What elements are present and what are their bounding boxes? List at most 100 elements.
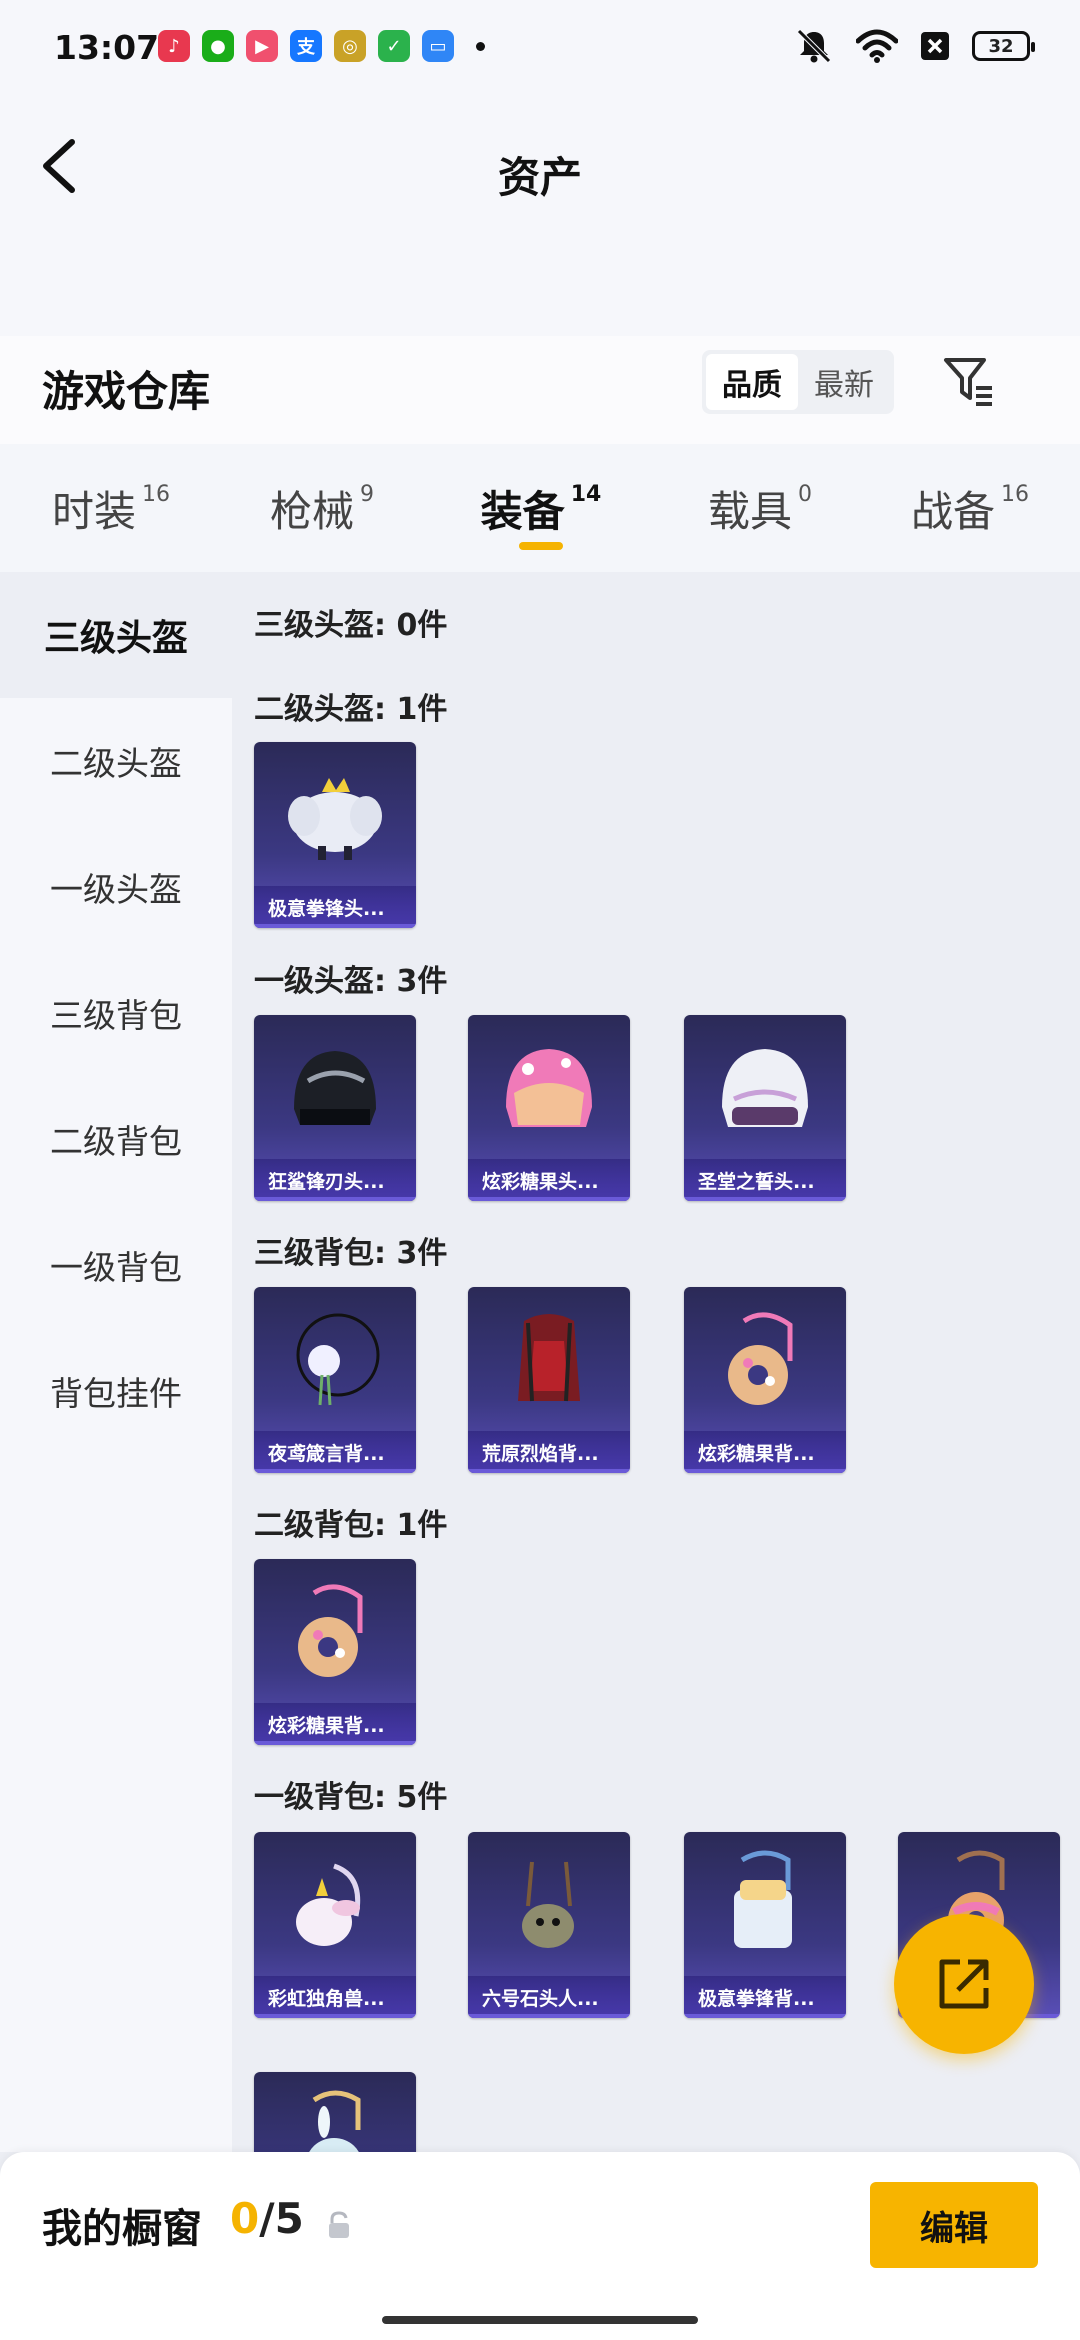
card-rarity-strip bbox=[254, 1197, 416, 1201]
showcase-count: 0/5 bbox=[230, 2194, 304, 2243]
pink-candy-helmet-icon bbox=[506, 1049, 592, 1127]
item-name: 炫彩糖果背... bbox=[684, 1431, 846, 1473]
card-rarity-strip bbox=[254, 924, 416, 928]
wasteland-flame-backpack-icon bbox=[518, 1314, 580, 1402]
item-name: 极意拳锋头... bbox=[254, 886, 416, 928]
share-button[interactable] bbox=[894, 1914, 1034, 2054]
edit-button[interactable]: 编辑 bbox=[870, 2182, 1038, 2268]
sort-newest-button[interactable]: 最新 bbox=[798, 354, 890, 410]
item-card[interactable]: 夜鸢箴言背... bbox=[254, 1287, 416, 1473]
item-card[interactable]: 狂鲨锋刃头... bbox=[254, 1015, 416, 1201]
sidebar-item-6[interactable]: 背包挂件 bbox=[0, 1328, 232, 1454]
mute-vibrate-icon bbox=[797, 29, 831, 63]
item-card[interactable]: 炫彩糖果背... bbox=[684, 1287, 846, 1473]
unicorn-backpack-icon bbox=[296, 1863, 361, 1946]
status-bar: 13:07 ♪ ● ▶ 支 ◎ ✓ ▭ 32 bbox=[0, 0, 1080, 96]
tab-4[interactable]: 战备 16 bbox=[860, 444, 1080, 572]
share-external-icon bbox=[939, 1959, 989, 2009]
item-card[interactable]: 六号石头人... bbox=[468, 1832, 630, 2018]
card-rarity-strip bbox=[468, 1197, 630, 1201]
video-app-icon: ▶ bbox=[246, 30, 278, 62]
tab-label: 装备 bbox=[480, 486, 565, 536]
tab-3[interactable]: 载具 0 bbox=[660, 444, 860, 572]
tab-count: 9 bbox=[360, 481, 374, 507]
sidebar-item-0[interactable]: 三级头盔 bbox=[0, 572, 232, 698]
subcategory-sidebar: 三级头盔 二级头盔 一级头盔 三级背包 二级背包 一级背包 背包挂件 bbox=[0, 572, 232, 2152]
sort-toggle: 品质 最新 bbox=[702, 350, 894, 414]
item-name: 彩虹独角兽... bbox=[254, 1976, 416, 2018]
item-card[interactable]: 炫彩糖果头... bbox=[468, 1015, 630, 1201]
item-name: 狂鲨锋刃头... bbox=[254, 1159, 416, 1201]
tab-count: 16 bbox=[142, 481, 170, 507]
filter-icon[interactable] bbox=[940, 352, 996, 408]
item-card[interactable] bbox=[254, 2072, 416, 2152]
section-title: 一级背包: 5件 bbox=[254, 1780, 448, 1815]
card-rarity-strip bbox=[468, 1469, 630, 1473]
tab-count: 0 bbox=[798, 481, 812, 507]
sidebar-item-1[interactable]: 二级头盔 bbox=[0, 698, 232, 824]
white-elephant-helmet-icon bbox=[288, 778, 382, 860]
card-rarity-strip bbox=[254, 1741, 416, 1745]
tab-2[interactable]: 装备 14 bbox=[422, 444, 660, 572]
alipay-icon: 支 bbox=[290, 30, 322, 62]
card-rarity-strip bbox=[684, 1197, 846, 1201]
category-tabs: 时装 16 枪械 9 装备 14 载具 0 战备 16 bbox=[0, 444, 1080, 572]
item-card[interactable]: 彩虹独角兽... bbox=[254, 1832, 416, 2018]
item-card[interactable]: 炫彩糖果背... bbox=[254, 1559, 416, 1745]
candy-donut-backpack-icon bbox=[298, 1584, 363, 1677]
stone-golem-backpack-icon bbox=[522, 1861, 574, 1948]
tab-count: 14 bbox=[570, 481, 602, 507]
tab-label: 载具 bbox=[707, 486, 792, 536]
no-sim-icon bbox=[921, 32, 949, 60]
files-app-icon: ▭ bbox=[422, 30, 454, 62]
item-card[interactable]: 圣堂之誓头... bbox=[684, 1015, 846, 1201]
tab-count: 16 bbox=[1001, 481, 1029, 507]
target-app-icon: ◎ bbox=[334, 30, 366, 62]
section-title: 二级头盔: 1件 bbox=[254, 692, 448, 727]
bunny-backpack-icon bbox=[309, 2090, 361, 2152]
black-shark-helmet-icon bbox=[294, 1051, 376, 1125]
notification-icons: ♪ ● ▶ 支 ◎ ✓ ▭ bbox=[158, 30, 485, 62]
item-name: 炫彩糖果背... bbox=[254, 1703, 416, 1745]
sidebar-item-5[interactable]: 一级背包 bbox=[0, 1202, 232, 1328]
showcase-bar: 我的橱窗 0/5 编辑 bbox=[0, 2152, 1080, 2340]
warehouse-title: 游戏仓库 bbox=[42, 367, 211, 416]
item-card[interactable]: 极意拳锋头... bbox=[254, 742, 416, 928]
shield-app-icon: ✓ bbox=[378, 30, 410, 62]
tab-label: 枪械 bbox=[269, 486, 354, 536]
active-tab-indicator bbox=[519, 542, 563, 550]
item-name: 炫彩糖果头... bbox=[468, 1159, 630, 1201]
item-name: 六号石头人... bbox=[468, 1976, 630, 2018]
item-name: 夜鸢箴言背... bbox=[254, 1431, 416, 1473]
white-templar-helmet-icon bbox=[722, 1049, 808, 1127]
home-indicator[interactable] bbox=[382, 2316, 698, 2324]
unlock-icon bbox=[329, 2211, 349, 2238]
card-rarity-strip bbox=[254, 2014, 416, 2018]
section-title: 二级背包: 1件 bbox=[254, 1508, 448, 1543]
card-rarity-strip bbox=[468, 2014, 630, 2018]
section-title: 一级头盔: 3件 bbox=[254, 964, 448, 999]
card-rarity-strip bbox=[254, 1469, 416, 1473]
item-card[interactable]: 极意拳锋背... bbox=[684, 1832, 846, 2018]
item-name: 圣堂之誓头... bbox=[684, 1159, 846, 1201]
music-app-icon: ♪ bbox=[158, 30, 190, 62]
sidebar-item-4[interactable]: 二级背包 bbox=[0, 1076, 232, 1202]
sidebar-item-2[interactable]: 一级头盔 bbox=[0, 824, 232, 950]
section-title: 三级头盔: 0件 bbox=[254, 608, 448, 643]
tab-1[interactable]: 枪械 9 bbox=[222, 444, 422, 572]
item-card[interactable]: 荒原烈焰背... bbox=[468, 1287, 630, 1473]
battery-indicator: 32 bbox=[972, 31, 1035, 61]
candy-donut-backpack-icon bbox=[728, 1312, 793, 1405]
navigation-bar: 资产 bbox=[0, 96, 1080, 336]
sort-quality-button[interactable]: 品质 bbox=[706, 354, 798, 410]
page-title: 资产 bbox=[497, 153, 582, 202]
item-name: 荒原烈焰背... bbox=[468, 1431, 630, 1473]
item-name: 极意拳锋背... bbox=[684, 1976, 846, 2018]
sidebar-item-3[interactable]: 三级背包 bbox=[0, 950, 232, 1076]
tab-label: 战备 bbox=[910, 486, 995, 536]
showcase-total: /5 bbox=[259, 2194, 304, 2243]
more-notifications-dot bbox=[476, 41, 485, 51]
card-rarity-strip bbox=[684, 2014, 846, 2018]
tab-0[interactable]: 时装 16 bbox=[0, 444, 222, 572]
system-icons: 32 bbox=[794, 28, 1035, 64]
